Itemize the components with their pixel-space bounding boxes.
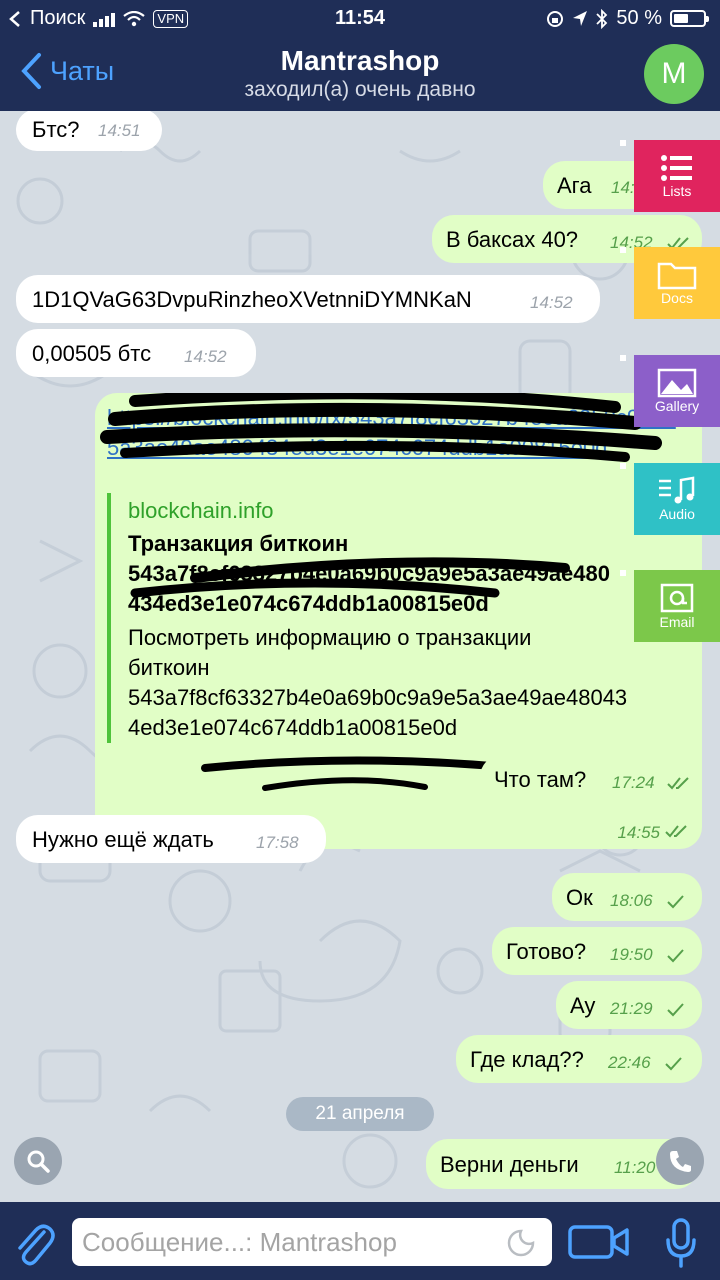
message-text: Что там? [494, 767, 587, 792]
link-preview[interactable]: blockchain.info Транзакция биткоин 543a7… [107, 493, 682, 743]
location-icon [573, 10, 588, 26]
top-bar: Поиск VPN 11:54 50 % Чаты Mantrashop зах… [0, 0, 720, 111]
transaction-link[interactable]: https://blockchain.info/tx/543a7f8cf6332… [107, 403, 687, 463]
video-message-button[interactable] [568, 1224, 630, 1260]
message-text: Нужно ещё ждать [32, 827, 214, 852]
side-tab-email[interactable]: Email [620, 570, 720, 642]
side-tab-gallery[interactable]: Gallery [620, 355, 720, 427]
preview-title: Транзакция биткоин 543a7f8cf63327b4e0a69… [128, 531, 611, 616]
search-icon [27, 1150, 50, 1173]
avatar[interactable]: M [644, 44, 704, 104]
side-tab-label: Email [659, 614, 695, 630]
at-icon [660, 583, 694, 613]
status-bar: Поиск VPN 11:54 50 % [0, 0, 720, 38]
message-time: 14:52 [184, 347, 227, 366]
message-bubble-incoming[interactable]: 1D1QVaG63DvpuRinzheoXVetnniDYMNKaN 14:52 [16, 275, 600, 323]
message-text: Бтс? [32, 117, 80, 142]
rotation-lock-icon [547, 10, 564, 27]
message-bubble-incoming[interactable]: Нужно ещё ждать 17:58 [16, 815, 326, 863]
double-check-icon [667, 777, 689, 790]
message-time: 21:29 [610, 999, 653, 1018]
message-bubble-incoming[interactable]: 0,00505 бтс 14:52 [16, 329, 256, 377]
side-tab-audio[interactable]: Audio [620, 463, 720, 535]
battery-icon [670, 10, 709, 27]
message-text: Готово? [506, 939, 587, 964]
message-text: Верни деньги [440, 1152, 579, 1177]
chat-title[interactable]: Mantrashop [0, 45, 720, 77]
message-time: 19:50 [610, 945, 653, 964]
attach-button[interactable] [12, 1218, 56, 1268]
music-note-icon [659, 476, 695, 504]
message-text: 0,00505 бтс [32, 341, 152, 366]
message-bubble-outgoing[interactable]: Ау 21:29 [556, 981, 702, 1029]
message-text: Ага [557, 173, 592, 198]
check-icon [667, 1003, 684, 1017]
sticker-icon[interactable] [506, 1228, 536, 1258]
message-text: Ау [570, 993, 596, 1018]
message-bubble-outgoing[interactable]: Что там? 17:24 [480, 755, 702, 803]
side-tab-docs[interactable]: Docs [620, 247, 720, 319]
check-icon [665, 1057, 682, 1071]
last-seen-status: заходил(а) очень давно [244, 78, 476, 101]
side-tab-label: Audio [659, 506, 695, 522]
message-time: 17:58 [256, 833, 299, 852]
message-text: В баксах 40? [446, 227, 579, 252]
battery-percent: 50 % [616, 7, 662, 29]
search-button[interactable] [14, 1137, 62, 1185]
message-text: Ок [566, 885, 593, 910]
message-bubble-outgoing[interactable]: Готово? 19:50 [492, 927, 702, 975]
message-text: 1D1QVaG63DvpuRinzheoXVetnniDYMNKaN [32, 287, 472, 312]
bluetooth-icon [596, 8, 608, 29]
preview-site-name: blockchain.info [128, 498, 274, 523]
side-tab-label: Docs [661, 290, 693, 306]
message-time: 14:52 [530, 293, 573, 312]
preview-description: Посмотреть информацию о транзакции битко… [128, 625, 628, 740]
message-text: Где клад?? [470, 1047, 584, 1072]
message-bubble-outgoing[interactable]: Ок 18:06 [552, 873, 702, 921]
message-bubble-incoming[interactable]: Бтс? 14:51 [16, 111, 162, 151]
microphone-button[interactable] [664, 1218, 698, 1268]
check-icon [667, 895, 684, 909]
message-bubble-outgoing[interactable]: Где клад?? 22:46 [456, 1035, 702, 1083]
side-tab-label: Gallery [654, 398, 700, 414]
folder-icon [657, 262, 697, 290]
message-time: 17:24 [612, 773, 655, 792]
image-icon [657, 368, 697, 398]
phone-icon [670, 1151, 691, 1172]
check-icon [667, 949, 684, 963]
message-time: 18:06 [610, 891, 653, 910]
message-time: 22:46 [608, 1053, 651, 1072]
message-time: 14:51 [98, 121, 141, 140]
double-check-icon [665, 825, 687, 838]
message-time: 14:55 [617, 823, 660, 842]
call-button[interactable] [656, 1137, 704, 1185]
composer-bar [0, 1202, 720, 1280]
chat-area[interactable]: Бтс? 14:51 Ага 14:52 В баксах 40? 14:52 … [0, 111, 720, 1202]
side-tab-lists[interactable]: Lists [620, 140, 720, 212]
side-tab-label: Lists [662, 183, 692, 199]
date-separator: 21 апреля [286, 1097, 434, 1131]
list-icon [661, 155, 692, 181]
message-time: 11:20 [614, 1158, 656, 1177]
message-input[interactable] [72, 1218, 552, 1266]
